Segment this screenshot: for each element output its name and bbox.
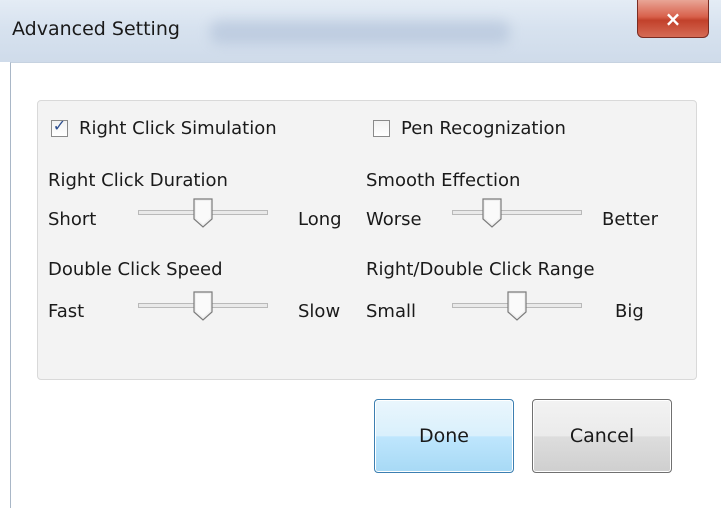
slider-thumb[interactable] xyxy=(506,291,528,321)
right-click-duration-max-label: Long xyxy=(298,209,342,230)
right-double-click-range-min-label: Small xyxy=(366,301,416,322)
checkmark-icon: ✓ xyxy=(52,116,67,135)
checkmark-icon xyxy=(374,118,389,133)
slider-track xyxy=(452,210,582,215)
double-click-speed-slider[interactable] xyxy=(138,291,268,321)
blurred-background-text xyxy=(210,20,510,44)
right-double-click-range-title: Right/Double Click Range xyxy=(366,259,595,280)
title-bar[interactable]: Advanced Setting × xyxy=(0,0,721,62)
double-click-speed-min-label: Fast xyxy=(48,301,85,322)
right-click-duration-slider[interactable] xyxy=(138,198,268,228)
right-click-duration-title: Right Click Duration xyxy=(48,170,228,191)
smooth-effection-max-label: Better xyxy=(602,209,659,230)
advanced-setting-dialog: Advanced Setting × ✓ Right Click Simulat… xyxy=(0,0,721,508)
slider-thumb[interactable] xyxy=(481,198,503,228)
right-click-simulation-label[interactable]: Right Click Simulation xyxy=(79,118,277,140)
settings-group-box xyxy=(37,100,697,380)
pen-recognization-checkbox[interactable] xyxy=(373,120,390,137)
smooth-effection-slider[interactable] xyxy=(452,198,582,228)
pen-recognization-label[interactable]: Pen Recognization xyxy=(401,118,566,140)
smooth-effection-title: Smooth Effection xyxy=(366,170,521,191)
double-click-speed-title: Double Click Speed xyxy=(48,259,223,280)
close-icon: × xyxy=(664,6,682,31)
right-double-click-range-max-label: Big xyxy=(615,301,644,322)
window-title: Advanced Setting xyxy=(12,18,180,40)
slider-thumb[interactable] xyxy=(192,291,214,321)
double-click-speed-max-label: Slow xyxy=(298,301,341,322)
right-click-duration-min-label: Short xyxy=(48,209,97,230)
right-click-simulation-checkbox[interactable]: ✓ xyxy=(51,116,68,137)
slider-thumb[interactable] xyxy=(192,198,214,228)
close-button[interactable]: × xyxy=(637,0,709,38)
right-double-click-range-slider[interactable] xyxy=(452,291,582,321)
cancel-button[interactable]: Cancel xyxy=(532,399,672,473)
smooth-effection-min-label: Worse xyxy=(366,209,422,230)
done-button[interactable]: Done xyxy=(374,399,514,473)
